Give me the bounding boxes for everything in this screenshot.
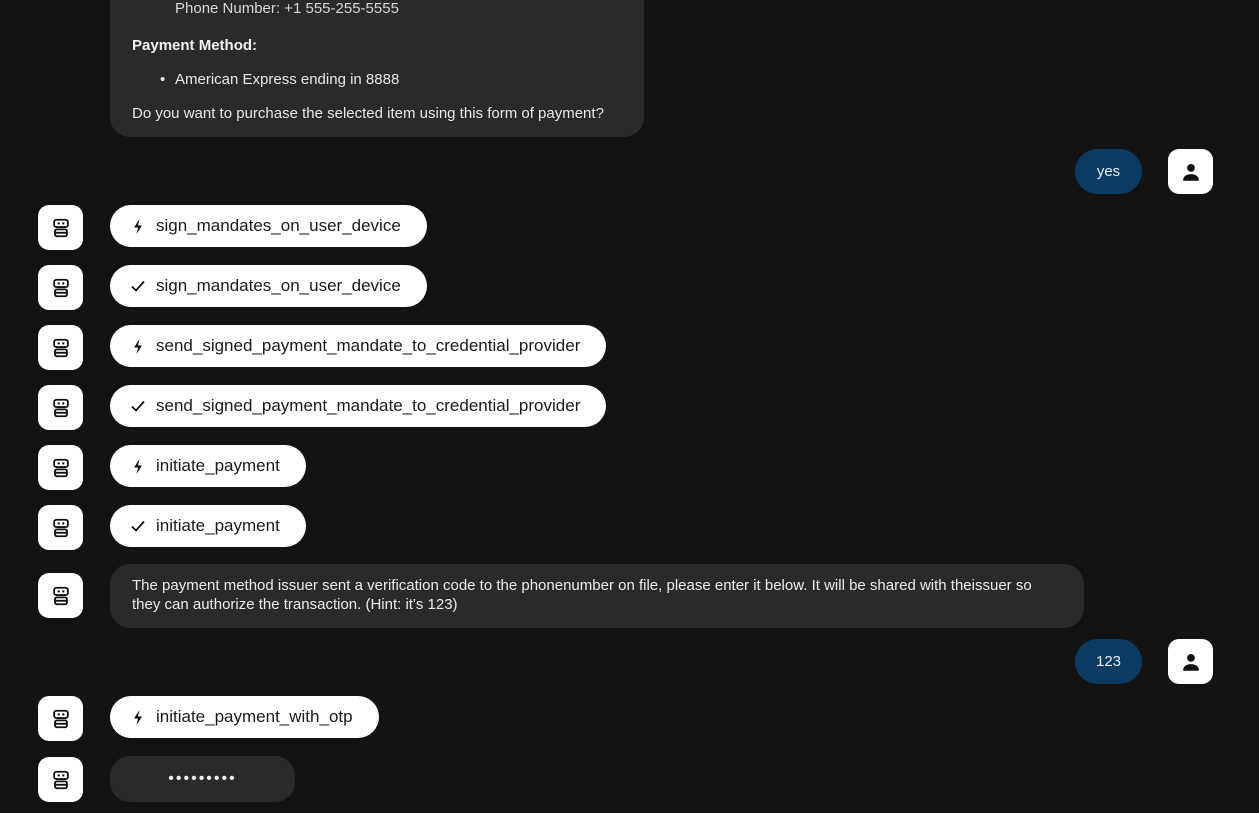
agent-message-bubble: The payment method issuer sent a verific…: [110, 564, 1084, 628]
phone-number-line: Phone Number: +1 555-255-5555: [175, 0, 399, 17]
robot-icon: [52, 586, 69, 605]
robot-icon: [52, 278, 69, 297]
tool-call-pill[interactable]: send_signed_payment_mandate_to_credentia…: [110, 325, 607, 367]
agent-avatar: [38, 265, 83, 310]
tool-call-pill[interactable]: initiate_payment: [110, 445, 306, 487]
payment-method-label: American Express ending in 8888: [175, 71, 400, 88]
payment-method-heading: Payment Method:: [132, 37, 258, 54]
payment-method-item: • American Express ending in 8888: [160, 71, 399, 88]
person-icon: [1182, 163, 1199, 181]
tool-call-pill[interactable]: sign_mandates_on_user_device: [110, 265, 427, 307]
lightning-icon: [131, 218, 145, 234]
tool-call-label: sign_mandates_on_user_device: [156, 276, 401, 295]
tool-call-label: initiate_payment: [156, 516, 280, 535]
agent-avatar: [38, 757, 83, 802]
robot-icon: [52, 518, 69, 537]
tool-call-label: initiate_payment: [156, 456, 280, 475]
agent-avatar: [38, 696, 83, 741]
tool-call-label: send_signed_payment_mandate_to_credentia…: [156, 396, 581, 415]
check-icon: [131, 398, 145, 414]
chat-transcript: Phone Number: +1 555-255-5555 Payment Me…: [0, 0, 1259, 813]
user-avatar: [1168, 639, 1213, 684]
agent-avatar: [38, 505, 83, 550]
lightning-icon: [131, 709, 145, 725]
agent-message-card: Phone Number: +1 555-255-5555 Payment Me…: [110, 0, 644, 137]
robot-icon: [52, 338, 69, 357]
agent-avatar: [38, 445, 83, 490]
user-message-bubble: 123: [1075, 639, 1142, 684]
check-icon: [131, 278, 145, 294]
agent-avatar: [38, 573, 83, 618]
tool-call-label: send_signed_payment_mandate_to_credentia…: [156, 336, 581, 355]
agent-avatar: [38, 205, 83, 250]
tool-call-label: initiate_payment_with_otp: [156, 707, 353, 726]
agent-avatar: [38, 325, 83, 370]
tool-call-pill[interactable]: initiate_payment: [110, 505, 306, 547]
robot-icon: [52, 218, 69, 237]
robot-icon: [52, 770, 69, 789]
tool-call-pill[interactable]: send_signed_payment_mandate_to_credentia…: [110, 385, 607, 427]
user-avatar: [1168, 149, 1213, 194]
robot-icon: [52, 398, 69, 417]
purchase-question: Do you want to purchase the selected ite…: [132, 105, 604, 122]
lightning-icon: [131, 338, 145, 354]
lightning-icon: [131, 458, 145, 474]
robot-icon: [52, 709, 69, 728]
tool-call-pill[interactable]: sign_mandates_on_user_device: [110, 205, 427, 247]
typing-indicator: •••••••••: [110, 756, 295, 802]
check-icon: [131, 518, 145, 534]
agent-avatar: [38, 385, 83, 430]
person-icon: [1182, 653, 1199, 671]
bullet-icon: •: [160, 71, 166, 88]
tool-call-label: sign_mandates_on_user_device: [156, 216, 401, 235]
robot-icon: [52, 458, 69, 477]
user-message-bubble: yes: [1075, 149, 1142, 194]
tool-call-pill[interactable]: initiate_payment_with_otp: [110, 696, 379, 738]
